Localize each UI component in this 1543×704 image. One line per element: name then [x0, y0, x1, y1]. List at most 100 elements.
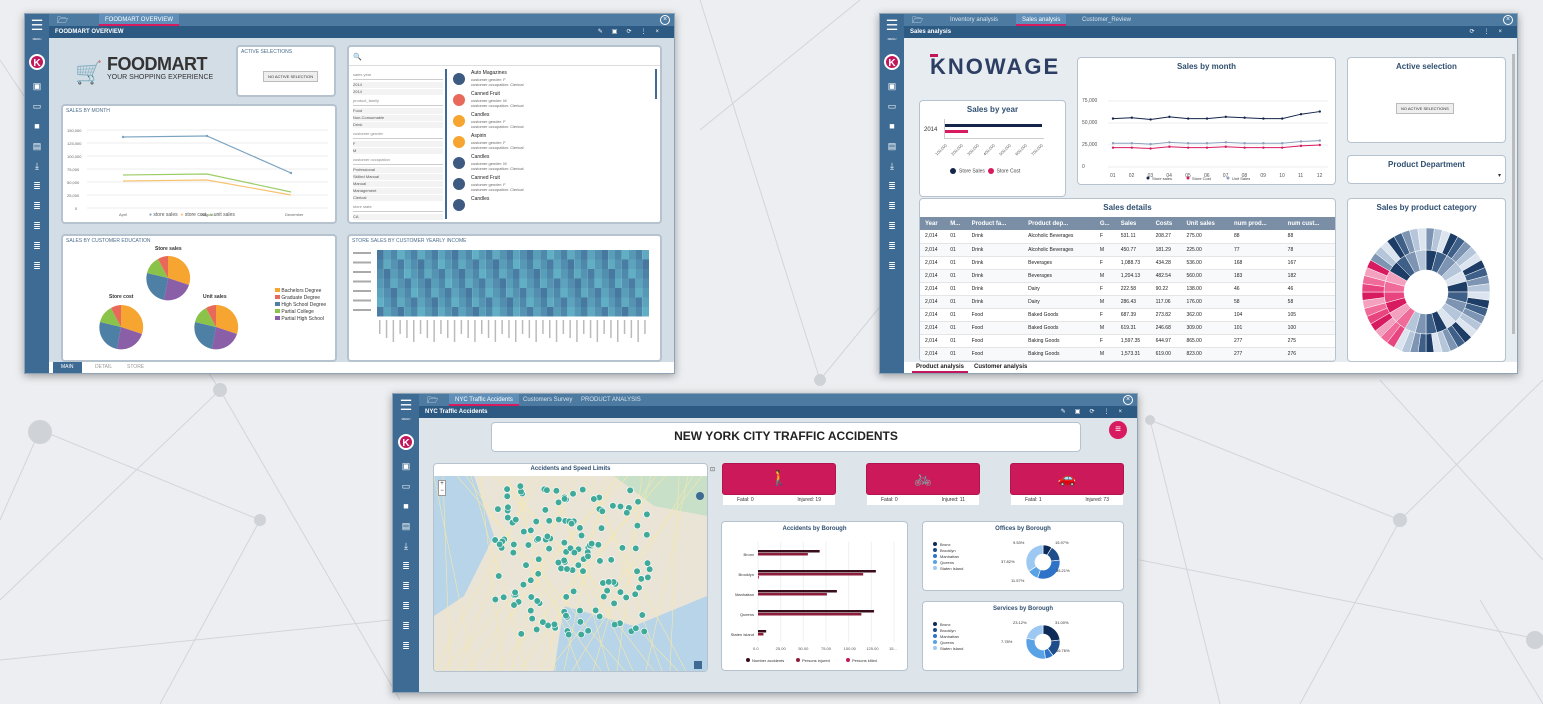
- tab-product-analysis[interactable]: Product analysis: [912, 362, 969, 373]
- zoom-control[interactable]: + −: [438, 480, 446, 496]
- contact-icon[interactable]: ▣: [25, 76, 49, 96]
- table-row[interactable]: 2,014 01 Food Baked Goods F 687.39 273.82 362.0…: [920, 308, 1335, 322]
- folder-open-icon[interactable]: 🗁: [912, 14, 923, 26]
- selector-group-label[interactable]: customer gender: [353, 130, 443, 139]
- tab-sales-analysis[interactable]: Sales analysis: [1016, 14, 1067, 26]
- list-icon[interactable]: ≣: [25, 176, 49, 196]
- table-row[interactable]: 2,014 01 Drink Beverages M 1,204.13 482.54 560.…: [920, 269, 1335, 283]
- selector-item[interactable]: Non-Consumable: [353, 115, 443, 121]
- column-header[interactable]: Year: [920, 217, 946, 230]
- list-icon[interactable]: ≣: [393, 636, 419, 656]
- folder-icon[interactable]: ▭: [880, 96, 904, 116]
- list-icon[interactable]: ≣: [880, 256, 904, 276]
- tab-customers-survey[interactable]: Customers Survey: [517, 394, 578, 406]
- column-header[interactable]: num cust...: [1282, 217, 1335, 230]
- selector-item[interactable]: 2014: [353, 82, 443, 88]
- column-header[interactable]: Product fa...: [966, 217, 1024, 230]
- table-row[interactable]: 2,014 01 Food Baked Goods M 619.31 246.68 309.0…: [920, 321, 1335, 335]
- close-icon[interactable]: ×: [660, 15, 670, 25]
- chevron-down-icon[interactable]: ▾: [1498, 172, 1501, 179]
- tab-detail[interactable]: DETAIL: [87, 362, 120, 373]
- selector-item[interactable]: Manual: [353, 181, 443, 187]
- toolbar-actions[interactable]: ⟳⋮×: [1469, 26, 1511, 38]
- column-header[interactable]: Sales: [1115, 217, 1151, 230]
- accidents-map[interactable]: [434, 476, 707, 671]
- tab-inventory-analysis[interactable]: Inventory analysis: [944, 14, 1004, 26]
- column-header[interactable]: Costs: [1150, 217, 1182, 230]
- list-icon[interactable]: ≣: [880, 236, 904, 256]
- table-row[interactable]: 2,014 01 Drink Dairy F 222.58 90.22 138.00 46 46: [920, 282, 1335, 296]
- menu-fab-button[interactable]: ≡: [1109, 421, 1127, 439]
- list-icon[interactable]: ≣: [393, 556, 419, 576]
- column-header[interactable]: G...: [1094, 217, 1116, 230]
- selector-item[interactable]: Skilled Manual: [353, 174, 443, 180]
- list-icon[interactable]: ≣: [25, 196, 49, 216]
- folder-icon[interactable]: ▭: [25, 96, 49, 116]
- tab-foodmart-overview[interactable]: FOODMART OVERVIEW: [99, 14, 180, 26]
- briefcase-icon[interactable]: ■: [393, 496, 419, 516]
- selector-group-label[interactable]: product_family: [353, 97, 443, 106]
- tab-main[interactable]: MAIN: [53, 362, 82, 373]
- folder-open-icon[interactable]: 🗁: [427, 394, 438, 406]
- tab-customer-review[interactable]: Customer_Review: [1076, 14, 1137, 26]
- kpi-card[interactable]: 🚲 Fatal: 0 Injured: 11: [866, 463, 980, 505]
- selector-group-label[interactable]: store state: [353, 203, 443, 212]
- list-icon[interactable]: ≣: [393, 576, 419, 596]
- menu-icon[interactable]: ☰ MENU: [393, 398, 419, 426]
- product-item[interactable]: Canned Fruit customer gender: Mcustomer o…: [453, 90, 653, 111]
- selector-item[interactable]: Professional: [353, 167, 443, 173]
- product-item[interactable]: Aspirin customer gender: Fcustomer occupa…: [453, 132, 653, 153]
- search-icon[interactable]: 🔍: [353, 53, 362, 61]
- tab-nyc-traffic[interactable]: NYC Traffic Accidents: [449, 394, 519, 406]
- list-icon[interactable]: ≣: [393, 616, 419, 636]
- folder-icon[interactable]: ▭: [393, 476, 419, 496]
- column-header[interactable]: num prod...: [1228, 217, 1283, 230]
- selector-item[interactable]: CA: [353, 214, 443, 220]
- product-item[interactable]: Candles customer gender: Mcustomer occupa…: [453, 153, 653, 174]
- table-row[interactable]: 2,014 01 Drink Dairy M 286.43 117.06 176.00 58 58: [920, 295, 1335, 309]
- product-item[interactable]: Canned Fruit customer gender: Fcustomer o…: [453, 174, 653, 195]
- selector-item[interactable]: M: [353, 148, 443, 154]
- product-list[interactable]: Auto Magazines customer gender: Fcustomer…: [453, 69, 653, 216]
- table-row[interactable]: 2,014 01 Drink Alcoholic Beverages F 531.11 20…: [920, 230, 1335, 244]
- product-item[interactable]: Candles customer gender: Fcustomer occupa…: [453, 111, 653, 132]
- list-icon[interactable]: ≣: [880, 216, 904, 236]
- kpi-card[interactable]: 🚶 Fatal: 0 Injured: 19: [722, 463, 836, 505]
- selector-group-label[interactable]: customer occupation: [353, 156, 443, 165]
- list-icon[interactable]: ≣: [880, 176, 904, 196]
- list-icon[interactable]: ≣: [25, 256, 49, 276]
- menu-icon[interactable]: ☰ MENU: [25, 18, 49, 46]
- tab-customer-analysis[interactable]: Customer analysis: [970, 362, 1031, 373]
- selector-item[interactable]: Drink: [353, 122, 443, 128]
- selector-group-label[interactable]: sales year: [353, 71, 443, 80]
- product-item[interactable]: Candles: [453, 195, 653, 216]
- close-icon[interactable]: ×: [1503, 15, 1513, 25]
- download-icon[interactable]: ⤓: [880, 156, 904, 176]
- selector-item[interactable]: Management: [353, 188, 443, 194]
- table-row[interactable]: 2,014 01 Food Baking Goods M 1,573.31 619.00 82…: [920, 347, 1335, 361]
- knowage-logo-icon[interactable]: K: [398, 434, 414, 450]
- selector-list[interactable]: sales year 2014 2014 product_family Food Non-…: [353, 69, 443, 221]
- table-row[interactable]: 2,014 01 Drink Beverages F 1,088.73 434.28 536.…: [920, 256, 1335, 270]
- knowage-logo-icon[interactable]: K: [29, 54, 45, 70]
- table-row[interactable]: 2,014 01 Food Baking Goods F 1,597.35 644.97 86…: [920, 334, 1335, 348]
- briefcase-icon[interactable]: ■: [880, 116, 904, 136]
- tab-product-analysis[interactable]: PRODUCT ANALYSIS: [575, 394, 647, 406]
- product-department-select[interactable]: Product Department ▾: [1347, 155, 1506, 184]
- product-item[interactable]: Auto Magazines customer gender: Fcustomer…: [453, 69, 653, 90]
- selector-item[interactable]: F: [353, 141, 443, 147]
- column-header[interactable]: M...: [945, 217, 967, 230]
- id-card-icon[interactable]: ▤: [25, 136, 49, 156]
- contact-icon[interactable]: ▣: [393, 456, 419, 476]
- column-header[interactable]: Product dep...: [1023, 217, 1095, 230]
- list-icon[interactable]: ≣: [880, 196, 904, 216]
- selector-item[interactable]: 2014: [353, 89, 443, 95]
- toolbar-actions[interactable]: ✎▣⟳⋮×: [598, 26, 668, 38]
- briefcase-icon[interactable]: ■: [25, 116, 49, 136]
- download-icon[interactable]: ⤓: [25, 156, 49, 176]
- id-card-icon[interactable]: ▤: [393, 516, 419, 536]
- list-icon[interactable]: ≣: [25, 216, 49, 236]
- expand-icon[interactable]: ⊡: [710, 466, 715, 473]
- menu-icon[interactable]: ☰ MENU: [880, 18, 904, 46]
- knowage-logo-icon[interactable]: K: [884, 54, 900, 70]
